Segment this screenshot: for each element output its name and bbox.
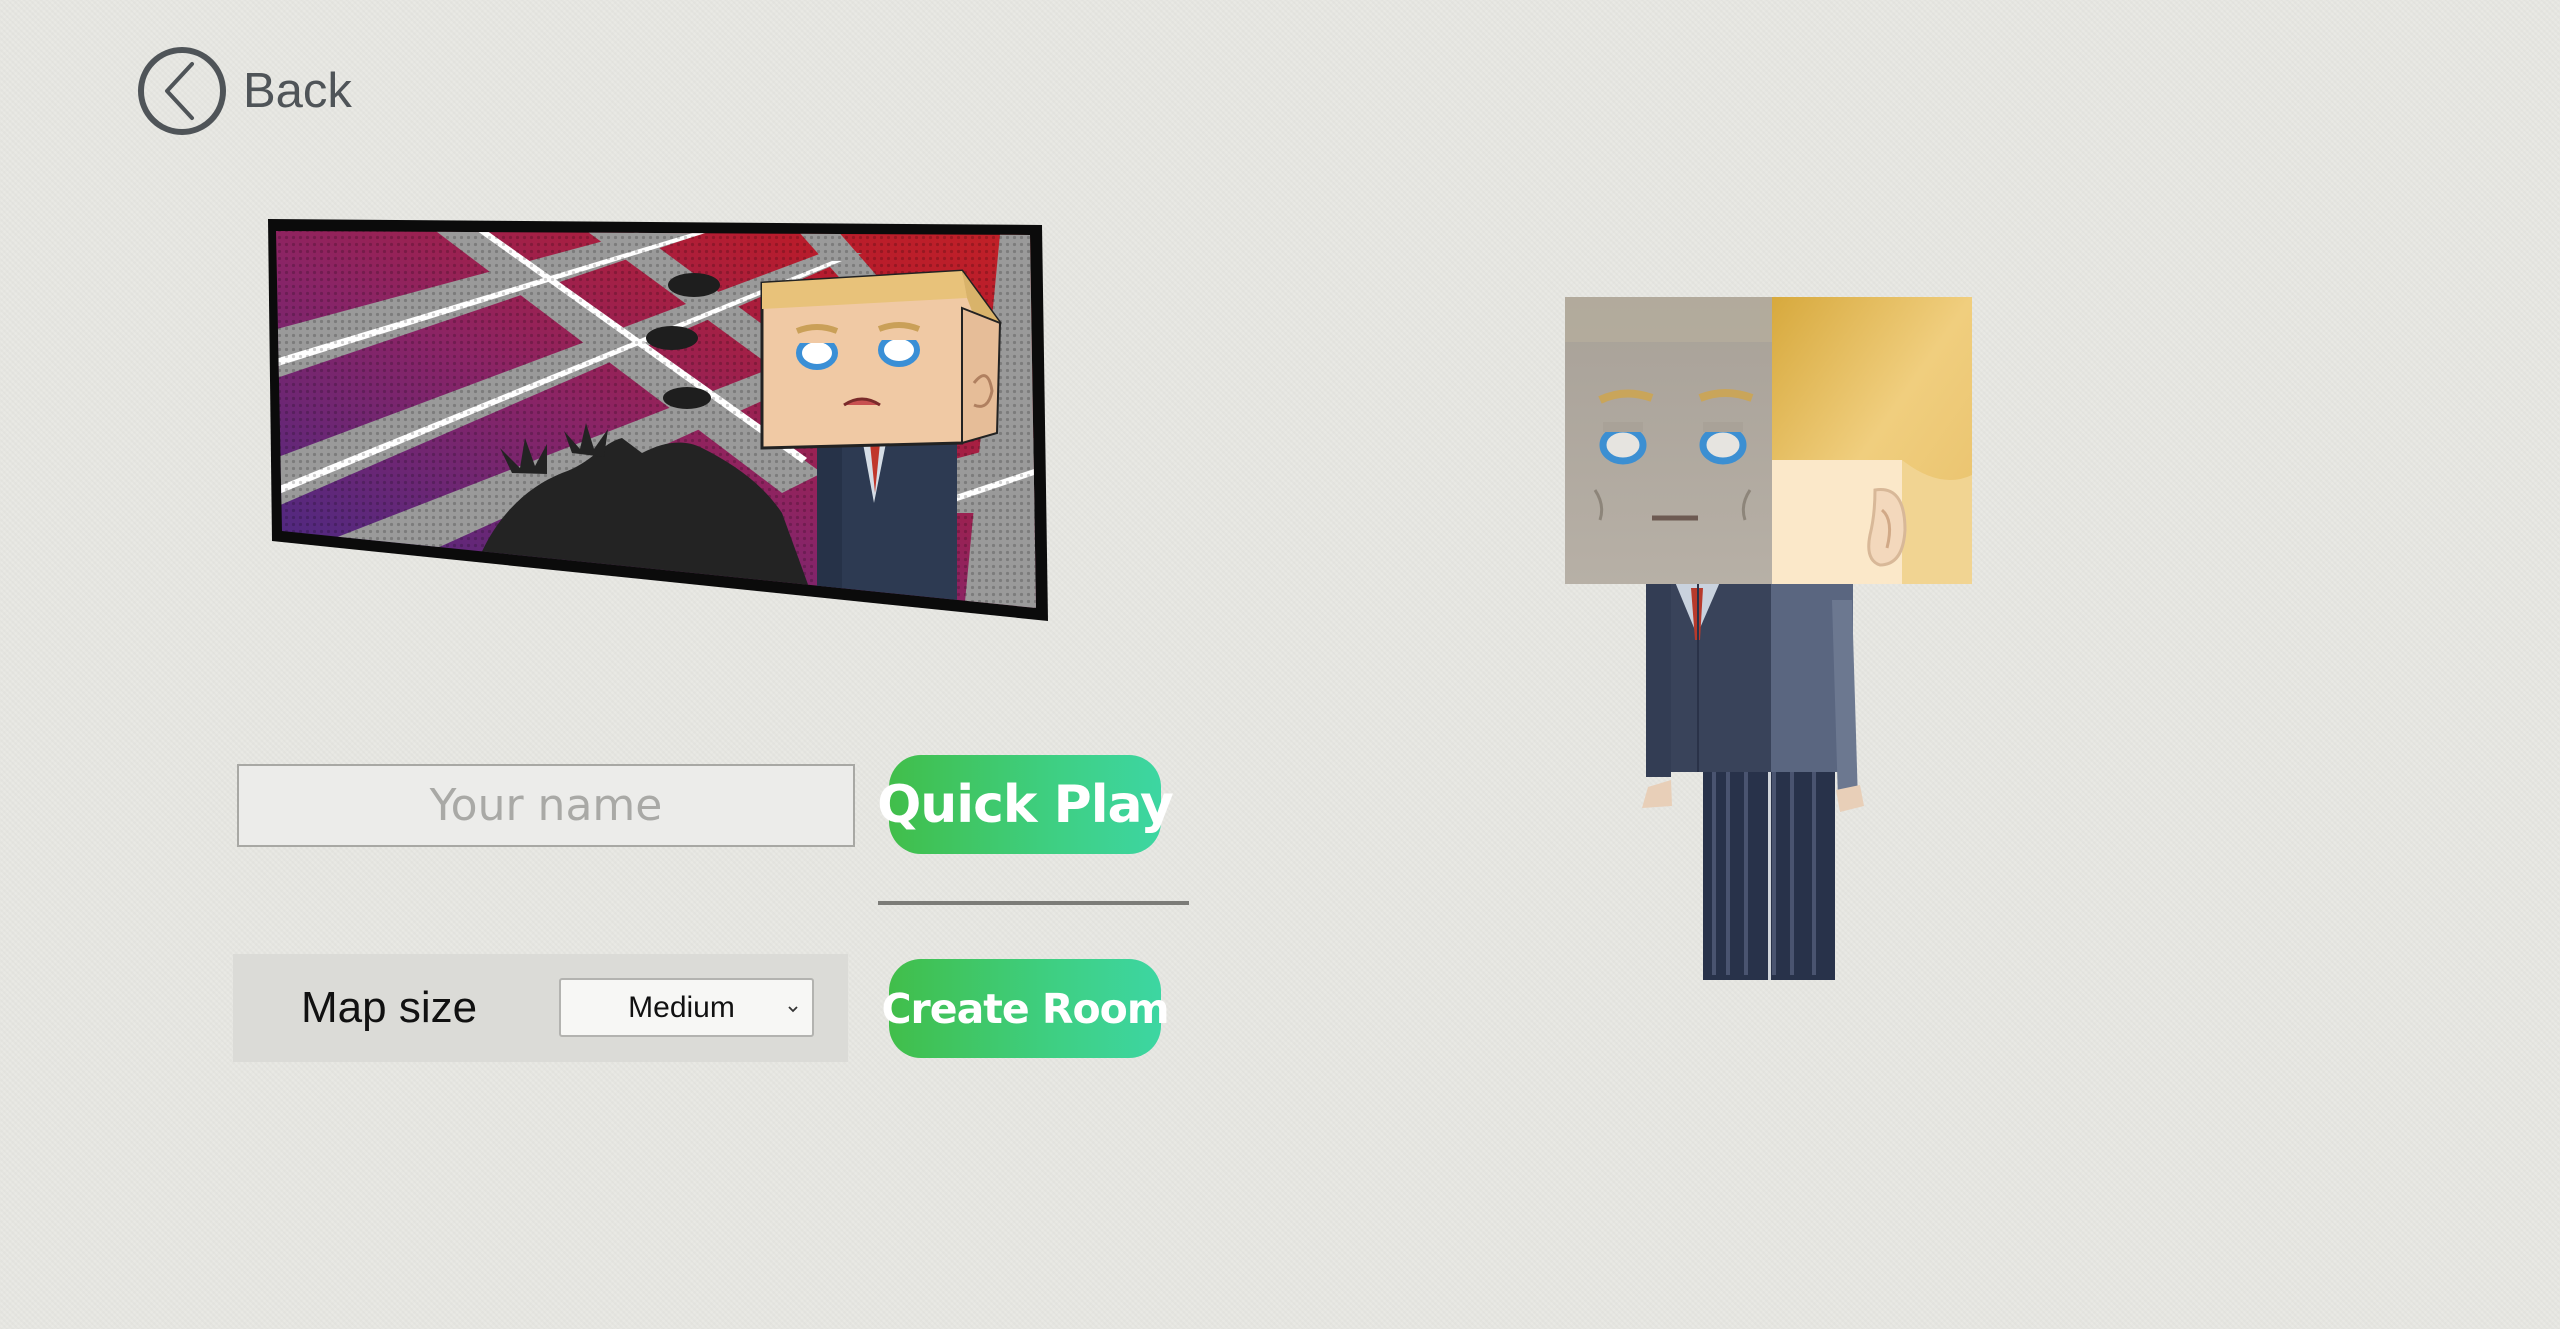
map-size-label: Map size (301, 983, 478, 1032)
divider (878, 901, 1189, 905)
chevron-left-circle-icon (138, 47, 226, 135)
chevron-down-icon (788, 1006, 798, 1013)
quick-play-button[interactable]: Quick Play (877, 755, 1174, 854)
back-button[interactable]: Back (137, 46, 352, 136)
character-preview (1560, 290, 1980, 1000)
map-size-panel: Map size Medium (233, 954, 848, 1062)
back-label: Back (243, 64, 352, 118)
create-room-button[interactable]: Create Room (881, 959, 1170, 1058)
name-input[interactable] (237, 764, 855, 847)
comic-banner-image (262, 213, 1052, 623)
map-size-select[interactable]: Medium (559, 978, 814, 1037)
map-size-selected-value: Medium (628, 990, 735, 1024)
